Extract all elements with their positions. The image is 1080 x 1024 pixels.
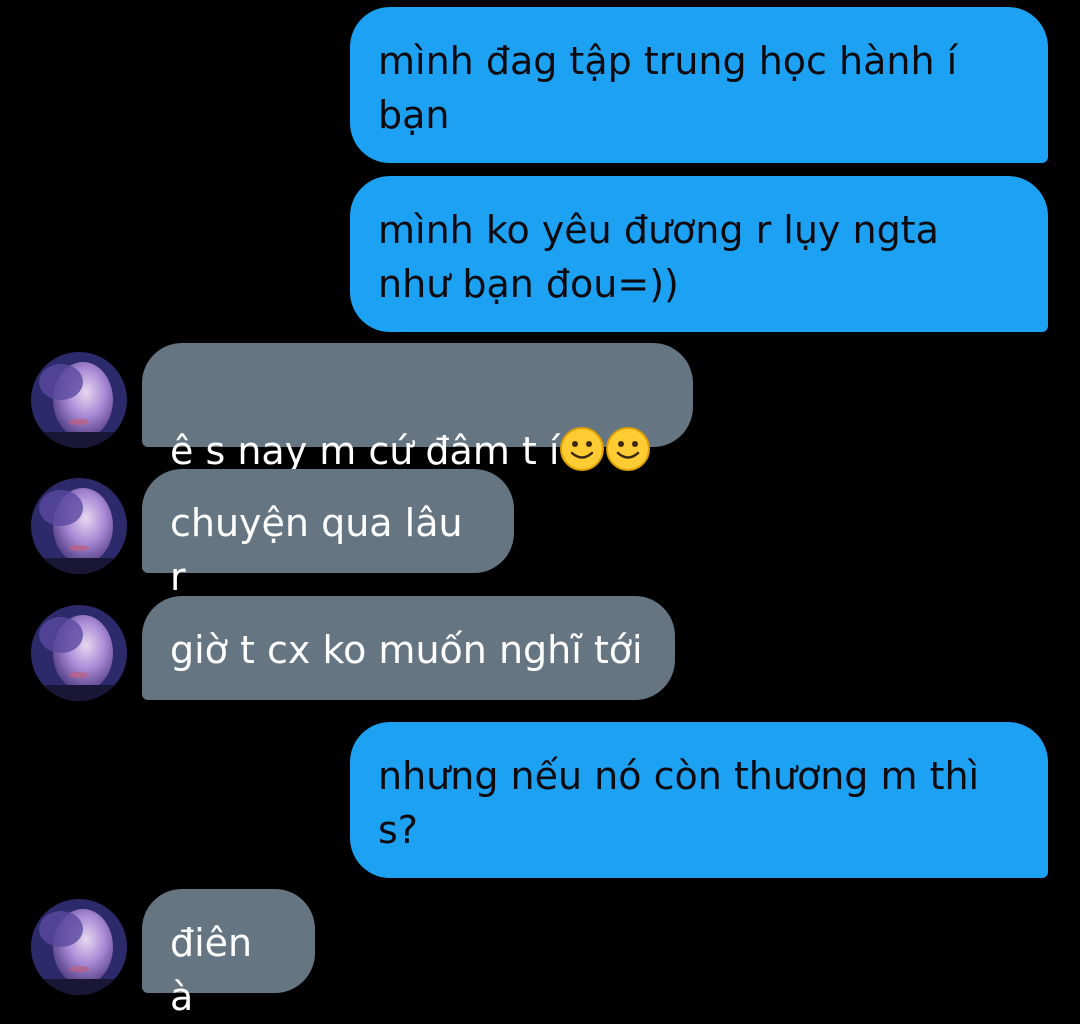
sent-message-bubble[interactable]: mình đag tập trung học hành í bạn: [350, 7, 1048, 163]
received-message-bubble[interactable]: giờ t cx ko muốn nghĩ tới: [142, 596, 675, 700]
contact-avatar[interactable]: [31, 605, 127, 701]
slightly-smiling-face-icon: [559, 426, 605, 472]
slightly-smiling-face-icon: [605, 426, 651, 472]
received-message-bubble[interactable]: ê s nay m cứ đâm t í: [142, 343, 693, 473]
received-message-bubble[interactable]: chuyện qua lâu r: [142, 469, 514, 599]
contact-avatar[interactable]: [31, 352, 127, 448]
contact-avatar[interactable]: [31, 478, 127, 574]
message-text: ê s nay m cứ đâm t í: [170, 429, 560, 473]
contact-avatar[interactable]: [31, 899, 127, 995]
avatar-photo: [31, 899, 127, 995]
avatar-photo: [31, 478, 127, 574]
received-message-bubble[interactable]: điên à: [142, 889, 315, 1019]
sent-message-bubble[interactable]: nhưng nếu nó còn thương m thì s?: [350, 722, 1048, 878]
avatar-photo: [31, 352, 127, 448]
sent-message-bubble[interactable]: mình ko yêu đương r lụy ngta như bạn đou…: [350, 176, 1048, 332]
avatar-photo: [31, 605, 127, 701]
